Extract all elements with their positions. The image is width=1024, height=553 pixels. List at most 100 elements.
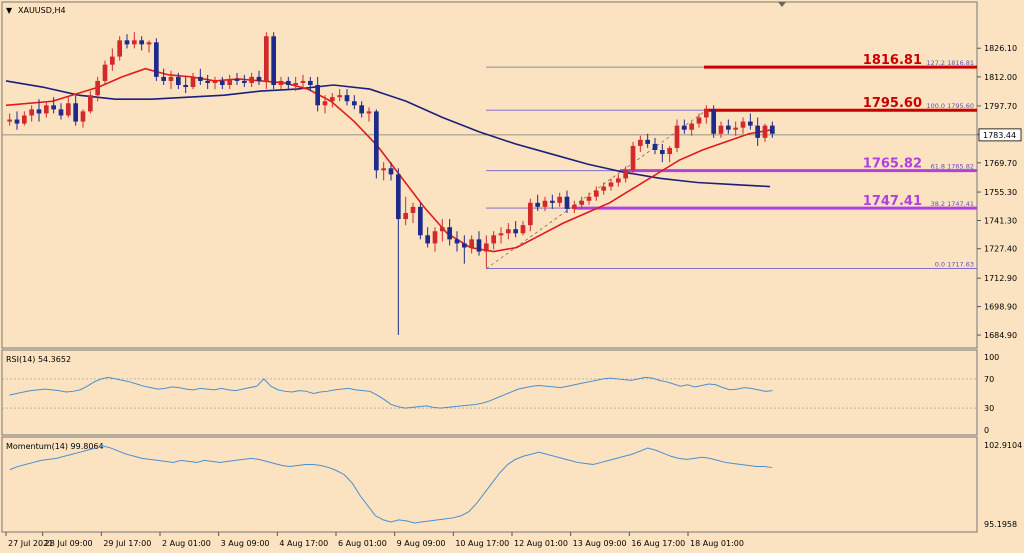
candle-body xyxy=(725,125,731,130)
candle-body xyxy=(623,170,629,179)
candle-body xyxy=(293,82,299,85)
price-tick-label: 1684.90 xyxy=(984,331,1017,340)
candle-body xyxy=(256,76,262,81)
candle-body xyxy=(124,40,130,45)
candle-body xyxy=(564,196,570,209)
candle-body xyxy=(197,76,203,81)
candle-body xyxy=(263,36,269,81)
candle-body xyxy=(601,186,607,191)
candle-body xyxy=(549,200,555,203)
candle-body xyxy=(271,36,277,85)
candle-body xyxy=(366,111,372,114)
candle-body xyxy=(586,196,592,201)
candle-body xyxy=(615,178,621,183)
momentum-tick-label: 102.9104 xyxy=(984,441,1022,450)
candle-body xyxy=(447,227,453,240)
candle-body xyxy=(491,235,497,244)
candle-body xyxy=(410,206,416,213)
candle-body xyxy=(557,196,563,203)
price-tick-label: 1769.70 xyxy=(984,159,1017,168)
candle-body xyxy=(80,111,86,122)
candle-body xyxy=(43,105,49,114)
candle-body xyxy=(36,109,42,114)
momentum-panel-frame xyxy=(1,436,978,533)
chart-window: ▼ XAUUSD,H4 RSI(14) 54.3652 Momentum(14)… xyxy=(1,1,1022,548)
time-tick-label: 3 Aug 09:00 xyxy=(221,539,270,548)
candle-body xyxy=(733,127,739,130)
price-tick-label: 1797.70 xyxy=(984,102,1017,111)
main-panel-frame xyxy=(1,1,978,349)
fib-level-value: 1747.41 xyxy=(863,194,922,209)
candle-body xyxy=(344,95,350,102)
fib-level-value: 1765.82 xyxy=(863,157,922,172)
candle-body xyxy=(278,80,284,85)
fib-level-annotation: 61.8 1765.82 xyxy=(931,163,974,171)
rsi-panel-frame xyxy=(1,349,978,436)
time-tick-label: 18 Aug 01:00 xyxy=(690,539,744,548)
candle-body xyxy=(183,85,189,88)
candle-body xyxy=(241,80,247,83)
candle-body xyxy=(425,235,431,244)
time-tick-label: 2 Aug 01:00 xyxy=(162,539,211,548)
time-tick-label: 10 Aug 17:00 xyxy=(455,539,509,548)
candle-body xyxy=(51,105,57,110)
candle-body xyxy=(249,76,255,83)
candle-body xyxy=(161,76,167,81)
candle-body xyxy=(645,139,651,144)
title-marker-icon[interactable]: ▼ xyxy=(6,6,13,15)
time-tick-label: 29 Jul 17:00 xyxy=(103,539,151,548)
candle-body xyxy=(747,121,753,126)
candle-body xyxy=(718,125,724,134)
candle-body xyxy=(527,202,533,226)
candle-body xyxy=(769,125,775,134)
rsi-tick-label: 70 xyxy=(984,375,994,384)
fib-level-annotation: 0.0 1717.63 xyxy=(935,261,974,269)
price-tick-label: 1712.90 xyxy=(984,274,1017,283)
candle-body xyxy=(674,125,680,148)
time-tick-label: 4 Aug 17:00 xyxy=(279,539,328,548)
candle-body xyxy=(373,111,379,171)
price-tick-label: 1755.30 xyxy=(984,188,1017,197)
candle-body xyxy=(498,233,504,236)
candle-body xyxy=(762,125,768,138)
time-tick-label: 12 Aug 01:00 xyxy=(514,539,568,548)
candle-body xyxy=(234,78,240,81)
candle-body xyxy=(461,243,467,248)
candle-body xyxy=(337,95,343,98)
current-price-label: 1783.44 xyxy=(983,131,1016,140)
candle-body xyxy=(637,139,643,146)
fib-level-annotation: 127.2 1816.81 xyxy=(926,59,974,67)
candle-body xyxy=(21,115,27,124)
candle-body xyxy=(131,40,137,45)
candle-body xyxy=(608,182,614,187)
candle-body xyxy=(212,80,218,83)
rsi-title: RSI(14) 54.3652 xyxy=(6,355,71,364)
candle-body xyxy=(439,227,445,232)
candle-body xyxy=(520,225,526,234)
candle-body xyxy=(139,40,145,45)
price-tick-label: 1727.40 xyxy=(984,245,1017,254)
candle-body xyxy=(351,101,357,106)
price-tick-label: 1698.90 xyxy=(984,303,1017,312)
price-tick-label: 1812.00 xyxy=(984,73,1017,82)
candle-body xyxy=(29,109,35,116)
fib-level-annotation: 38.2 1747.41 xyxy=(931,200,974,208)
candle-body xyxy=(219,80,225,85)
candle-body xyxy=(73,103,79,122)
candle-body xyxy=(381,168,387,171)
candle-body xyxy=(315,85,321,106)
candle-body xyxy=(14,119,20,124)
candle-body xyxy=(146,42,152,45)
rsi-tick-label: 30 xyxy=(984,404,994,413)
candle-body xyxy=(535,202,541,207)
time-tick-label: 16 Aug 17:00 xyxy=(631,539,685,548)
price-tick-label: 1826.10 xyxy=(984,44,1017,53)
candle-body xyxy=(755,125,761,138)
rsi-tick-label: 100 xyxy=(984,353,999,362)
candle-body xyxy=(227,78,233,85)
candle-body xyxy=(300,80,306,83)
candle-body xyxy=(667,147,673,155)
candle-body xyxy=(432,231,438,244)
candle-body xyxy=(307,80,313,85)
time-tick-label: 6 Aug 01:00 xyxy=(338,539,387,548)
